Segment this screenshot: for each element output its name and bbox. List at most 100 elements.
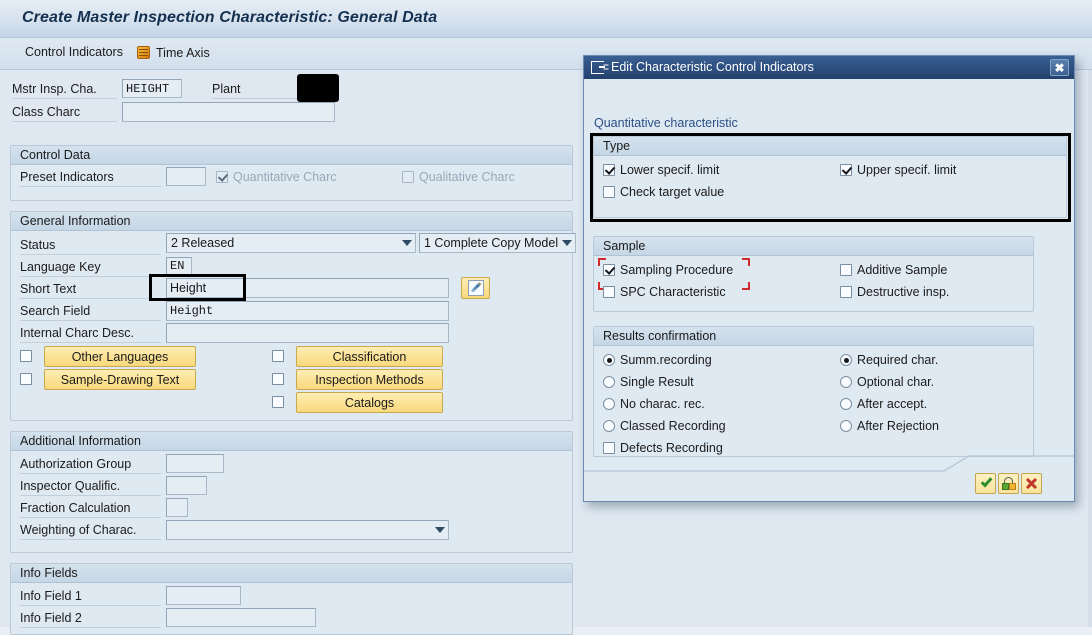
close-icon[interactable]: ✖ bbox=[1050, 59, 1069, 76]
info-field-1-input[interactable] bbox=[166, 586, 241, 605]
status-label: Status bbox=[20, 238, 56, 252]
sample-drawing-text-checkbox[interactable] bbox=[20, 373, 32, 385]
mstr-insp-cha-input[interactable] bbox=[122, 79, 182, 98]
optional-char-radio[interactable]: Optional char. bbox=[840, 375, 934, 389]
label-underline bbox=[12, 98, 117, 99]
sample-drawing-text-button[interactable]: Sample-Drawing Text bbox=[44, 369, 196, 390]
info-field-1-label: Info Field 1 bbox=[20, 589, 82, 603]
chevron-down-icon bbox=[558, 234, 575, 252]
info-field-2-input[interactable] bbox=[166, 608, 316, 627]
no-charac-rec-radio[interactable]: No charac. rec. bbox=[603, 397, 705, 411]
fraction-calculation-input[interactable] bbox=[166, 498, 188, 517]
radio-dot bbox=[603, 398, 615, 410]
type-group: Type Lower specif. limit Upper specif. l… bbox=[593, 136, 1067, 218]
additive-sample-checkbox[interactable]: Additive Sample bbox=[840, 263, 947, 277]
upper-specif-limit-checkbox[interactable]: Upper specif. limit bbox=[840, 163, 956, 177]
radio-dot bbox=[840, 376, 852, 388]
upper-specif-limit-label: Upper specif. limit bbox=[857, 163, 957, 177]
copy-model-select[interactable]: 1 Complete Copy Model bbox=[419, 233, 576, 253]
short-text-edit-button[interactable] bbox=[461, 277, 490, 299]
after-rejection-radio[interactable]: After Rejection bbox=[840, 419, 939, 433]
inspector-qualific-input[interactable] bbox=[166, 476, 207, 495]
qualitative-charc-label: Qualitative Charc bbox=[419, 170, 515, 184]
lower-specif-limit-label: Lower specif. limit bbox=[620, 163, 720, 177]
label-underline bbox=[12, 121, 117, 122]
pencil-icon bbox=[467, 280, 484, 296]
green-check-icon bbox=[980, 475, 993, 488]
catalogs-button[interactable]: Catalogs bbox=[296, 392, 443, 413]
authorization-group-input[interactable] bbox=[166, 454, 224, 473]
sampling-procedure-label: Sampling Procedure bbox=[620, 263, 734, 277]
classification-button[interactable]: Classification bbox=[296, 346, 443, 367]
class-charc-input[interactable] bbox=[122, 102, 335, 122]
after-accept-radio[interactable]: After accept. bbox=[840, 397, 927, 411]
language-key-label: Language Key bbox=[20, 260, 101, 274]
classed-recording-radio[interactable]: Classed Recording bbox=[603, 419, 726, 433]
checkbox-box bbox=[20, 373, 32, 385]
status-select[interactable]: 2 Released bbox=[166, 233, 416, 253]
dialog-window-icon bbox=[591, 61, 605, 74]
dialog-cancel-button[interactable] bbox=[1021, 473, 1042, 494]
mstr-insp-cha-label: Mstr Insp. Cha. bbox=[12, 82, 97, 96]
toolbar-time-axis-label: Time Axis bbox=[156, 45, 210, 60]
language-key-input[interactable] bbox=[166, 257, 192, 275]
dialog-transfer-button[interactable] bbox=[998, 473, 1019, 494]
sample-drawing-text-label: Sample-Drawing Text bbox=[60, 372, 180, 387]
optional-char-label: Optional char. bbox=[857, 375, 935, 389]
checkbox-box bbox=[402, 171, 414, 183]
defects-recording-checkbox[interactable]: Defects Recording bbox=[603, 441, 723, 455]
info-fields-group: Info Fields Info Field 1 Info Field 2 bbox=[10, 563, 573, 635]
check-target-value-checkbox[interactable]: Check target value bbox=[603, 185, 724, 199]
destructive-insp-checkbox[interactable]: Destructive insp. bbox=[840, 285, 949, 299]
checkbox-box bbox=[603, 264, 615, 276]
summ-recording-radio[interactable]: Summ.recording bbox=[603, 353, 712, 367]
preset-indicators-input[interactable] bbox=[166, 167, 206, 186]
required-char-radio[interactable]: Required char. bbox=[840, 353, 938, 367]
inspection-methods-button[interactable]: Inspection Methods bbox=[296, 369, 443, 390]
copy-model-select-value: 1 Complete Copy Model bbox=[424, 236, 558, 250]
qualitative-charc-checkbox[interactable]: Qualitative Charc bbox=[402, 170, 515, 184]
inspection-methods-label: Inspection Methods bbox=[315, 372, 424, 387]
plant-value-redacted bbox=[297, 74, 339, 102]
radio-dot bbox=[840, 398, 852, 410]
inspection-methods-checkbox[interactable] bbox=[272, 373, 284, 385]
additional-information-title: Additional Information bbox=[20, 434, 141, 448]
window-titlebar: Create Master Inspection Characteristic:… bbox=[0, 0, 1092, 38]
type-group-header: Type bbox=[594, 137, 1066, 156]
classed-recording-label: Classed Recording bbox=[620, 419, 726, 433]
catalogs-checkbox[interactable] bbox=[272, 396, 284, 408]
lower-specif-limit-checkbox[interactable]: Lower specif. limit bbox=[603, 163, 719, 177]
toolbar-control-indicators[interactable]: Control Indicators bbox=[22, 44, 126, 60]
single-result-radio[interactable]: Single Result bbox=[603, 375, 694, 389]
checkbox-box bbox=[603, 286, 615, 298]
radio-dot bbox=[603, 376, 615, 388]
single-result-label: Single Result bbox=[620, 375, 694, 389]
page-title: Create Master Inspection Characteristic:… bbox=[22, 9, 438, 26]
dialog-confirm-button[interactable] bbox=[975, 473, 996, 494]
other-languages-checkbox[interactable] bbox=[20, 350, 32, 362]
other-languages-label: Other Languages bbox=[71, 349, 169, 364]
quantitative-charc-checkbox[interactable]: Quantitative Charc bbox=[216, 170, 337, 184]
checkbox-box bbox=[603, 164, 615, 176]
vertical-scrollbar[interactable] bbox=[1088, 70, 1092, 627]
check-target-value-label: Check target value bbox=[620, 185, 725, 199]
short-text-input[interactable] bbox=[166, 278, 449, 298]
sampling-procedure-checkbox[interactable]: Sampling Procedure bbox=[603, 263, 733, 277]
search-field-input[interactable] bbox=[166, 301, 449, 321]
weighting-of-charac-select[interactable] bbox=[166, 520, 449, 540]
other-languages-button[interactable]: Other Languages bbox=[44, 346, 196, 367]
scroll-icon bbox=[136, 45, 151, 60]
classification-checkbox[interactable] bbox=[272, 350, 284, 362]
checkbox-box bbox=[840, 164, 852, 176]
sample-group-header: Sample bbox=[594, 237, 1033, 256]
label-underline bbox=[20, 342, 161, 343]
sample-group: Sample Sampling Procedure Additive Sampl… bbox=[593, 236, 1034, 312]
dialog-title: Edit Characteristic Control Indicators bbox=[611, 60, 814, 74]
toolbar-time-axis[interactable]: Time Axis bbox=[133, 44, 213, 61]
results-confirmation-group: Results confirmation Summ.recording Sing… bbox=[593, 326, 1034, 457]
label-underline bbox=[20, 276, 161, 277]
internal-charc-desc-input[interactable] bbox=[166, 323, 449, 343]
label-underline bbox=[20, 539, 161, 540]
spc-characteristic-checkbox[interactable]: SPC Characteristic bbox=[603, 285, 726, 299]
additional-information-group: Additional Information Authorization Gro… bbox=[10, 431, 573, 553]
